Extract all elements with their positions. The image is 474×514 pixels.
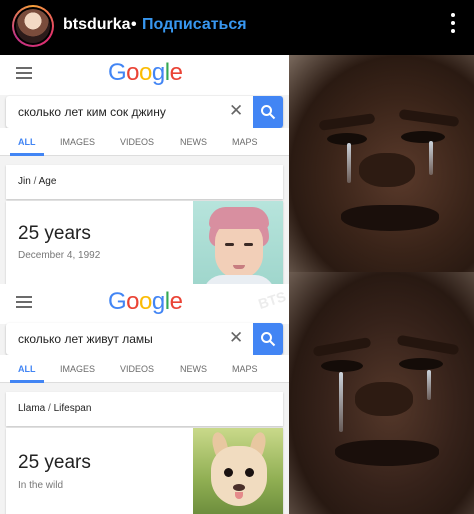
breadcrumb: Llama / Lifespan [6,392,283,426]
follow-button[interactable]: Подписаться [142,16,247,34]
post-header: btsdurka • Подписаться [0,0,474,52]
breadcrumb-entity[interactable]: Llama [18,403,45,414]
menu-icon[interactable] [16,296,32,311]
tab-videos[interactable]: VIDEOS [120,364,154,374]
breadcrumb: Jin / Age [6,165,283,199]
search-input[interactable]: сколько лет живут ламы [18,332,153,346]
answer-detail: December 4, 1992 [18,250,101,261]
google-logo: Google [108,59,183,86]
clear-icon[interactable]: ✕ [229,328,243,348]
tab-maps[interactable]: MAPS [232,364,258,374]
google-topbar: Google [0,284,289,324]
crying-man-photo-top [289,55,474,272]
search-tabs: ALL IMAGES VIDEOS NEWS MAPS [0,128,289,156]
answer-detail: In the wild [18,480,64,491]
tab-maps[interactable]: MAPS [232,137,258,147]
tab-news[interactable]: NEWS [180,137,207,147]
username[interactable]: btsdurka [63,16,131,34]
tab-images[interactable]: IMAGES [60,137,95,147]
tab-videos[interactable]: VIDEOS [120,137,154,147]
answer-value: 25 years [18,223,91,244]
google-panel-jin: Google сколько лет ким сок джину ✕ ALL I… [0,55,289,284]
more-options-icon[interactable] [450,10,456,38]
google-panel-llama: Google сколько лет живут ламы ✕ ALL IMAG… [0,284,289,514]
breadcrumb-attribute: Lifespan [53,403,92,414]
search-input[interactable]: сколько лет ким сок джину [18,105,166,119]
breadcrumb-attribute: Age [38,176,57,187]
search-icon [261,332,276,347]
tab-all[interactable]: ALL [18,137,36,147]
clear-icon[interactable]: ✕ [229,101,243,121]
llama-photo[interactable] [193,428,283,514]
google-topbar: Google [0,55,289,95]
active-tab-indicator [10,380,44,383]
avatar[interactable] [12,5,54,47]
separator-dot: • [131,16,137,33]
tab-images[interactable]: IMAGES [60,364,95,374]
active-tab-indicator [10,153,44,156]
search-bar[interactable]: сколько лет живут ламы ✕ [6,323,283,355]
jin-photo[interactable] [193,201,283,284]
answer-card: 25 years In the wild [6,428,283,514]
breadcrumb-entity[interactable]: Jin [18,176,31,187]
tab-all[interactable]: ALL [18,364,36,374]
search-bar[interactable]: сколько лет ким сок джину ✕ [6,96,283,128]
tab-news[interactable]: NEWS [180,364,207,374]
search-tabs: ALL IMAGES VIDEOS NEWS MAPS [0,355,289,383]
google-logo: Google [108,288,183,315]
menu-icon[interactable] [16,67,32,82]
answer-card: 25 years December 4, 1992 [6,201,283,284]
crying-man-photo-bottom [289,272,474,514]
search-icon [261,105,276,120]
answer-value: 25 years [18,452,91,473]
search-button[interactable] [253,96,283,128]
search-button[interactable] [253,323,283,355]
